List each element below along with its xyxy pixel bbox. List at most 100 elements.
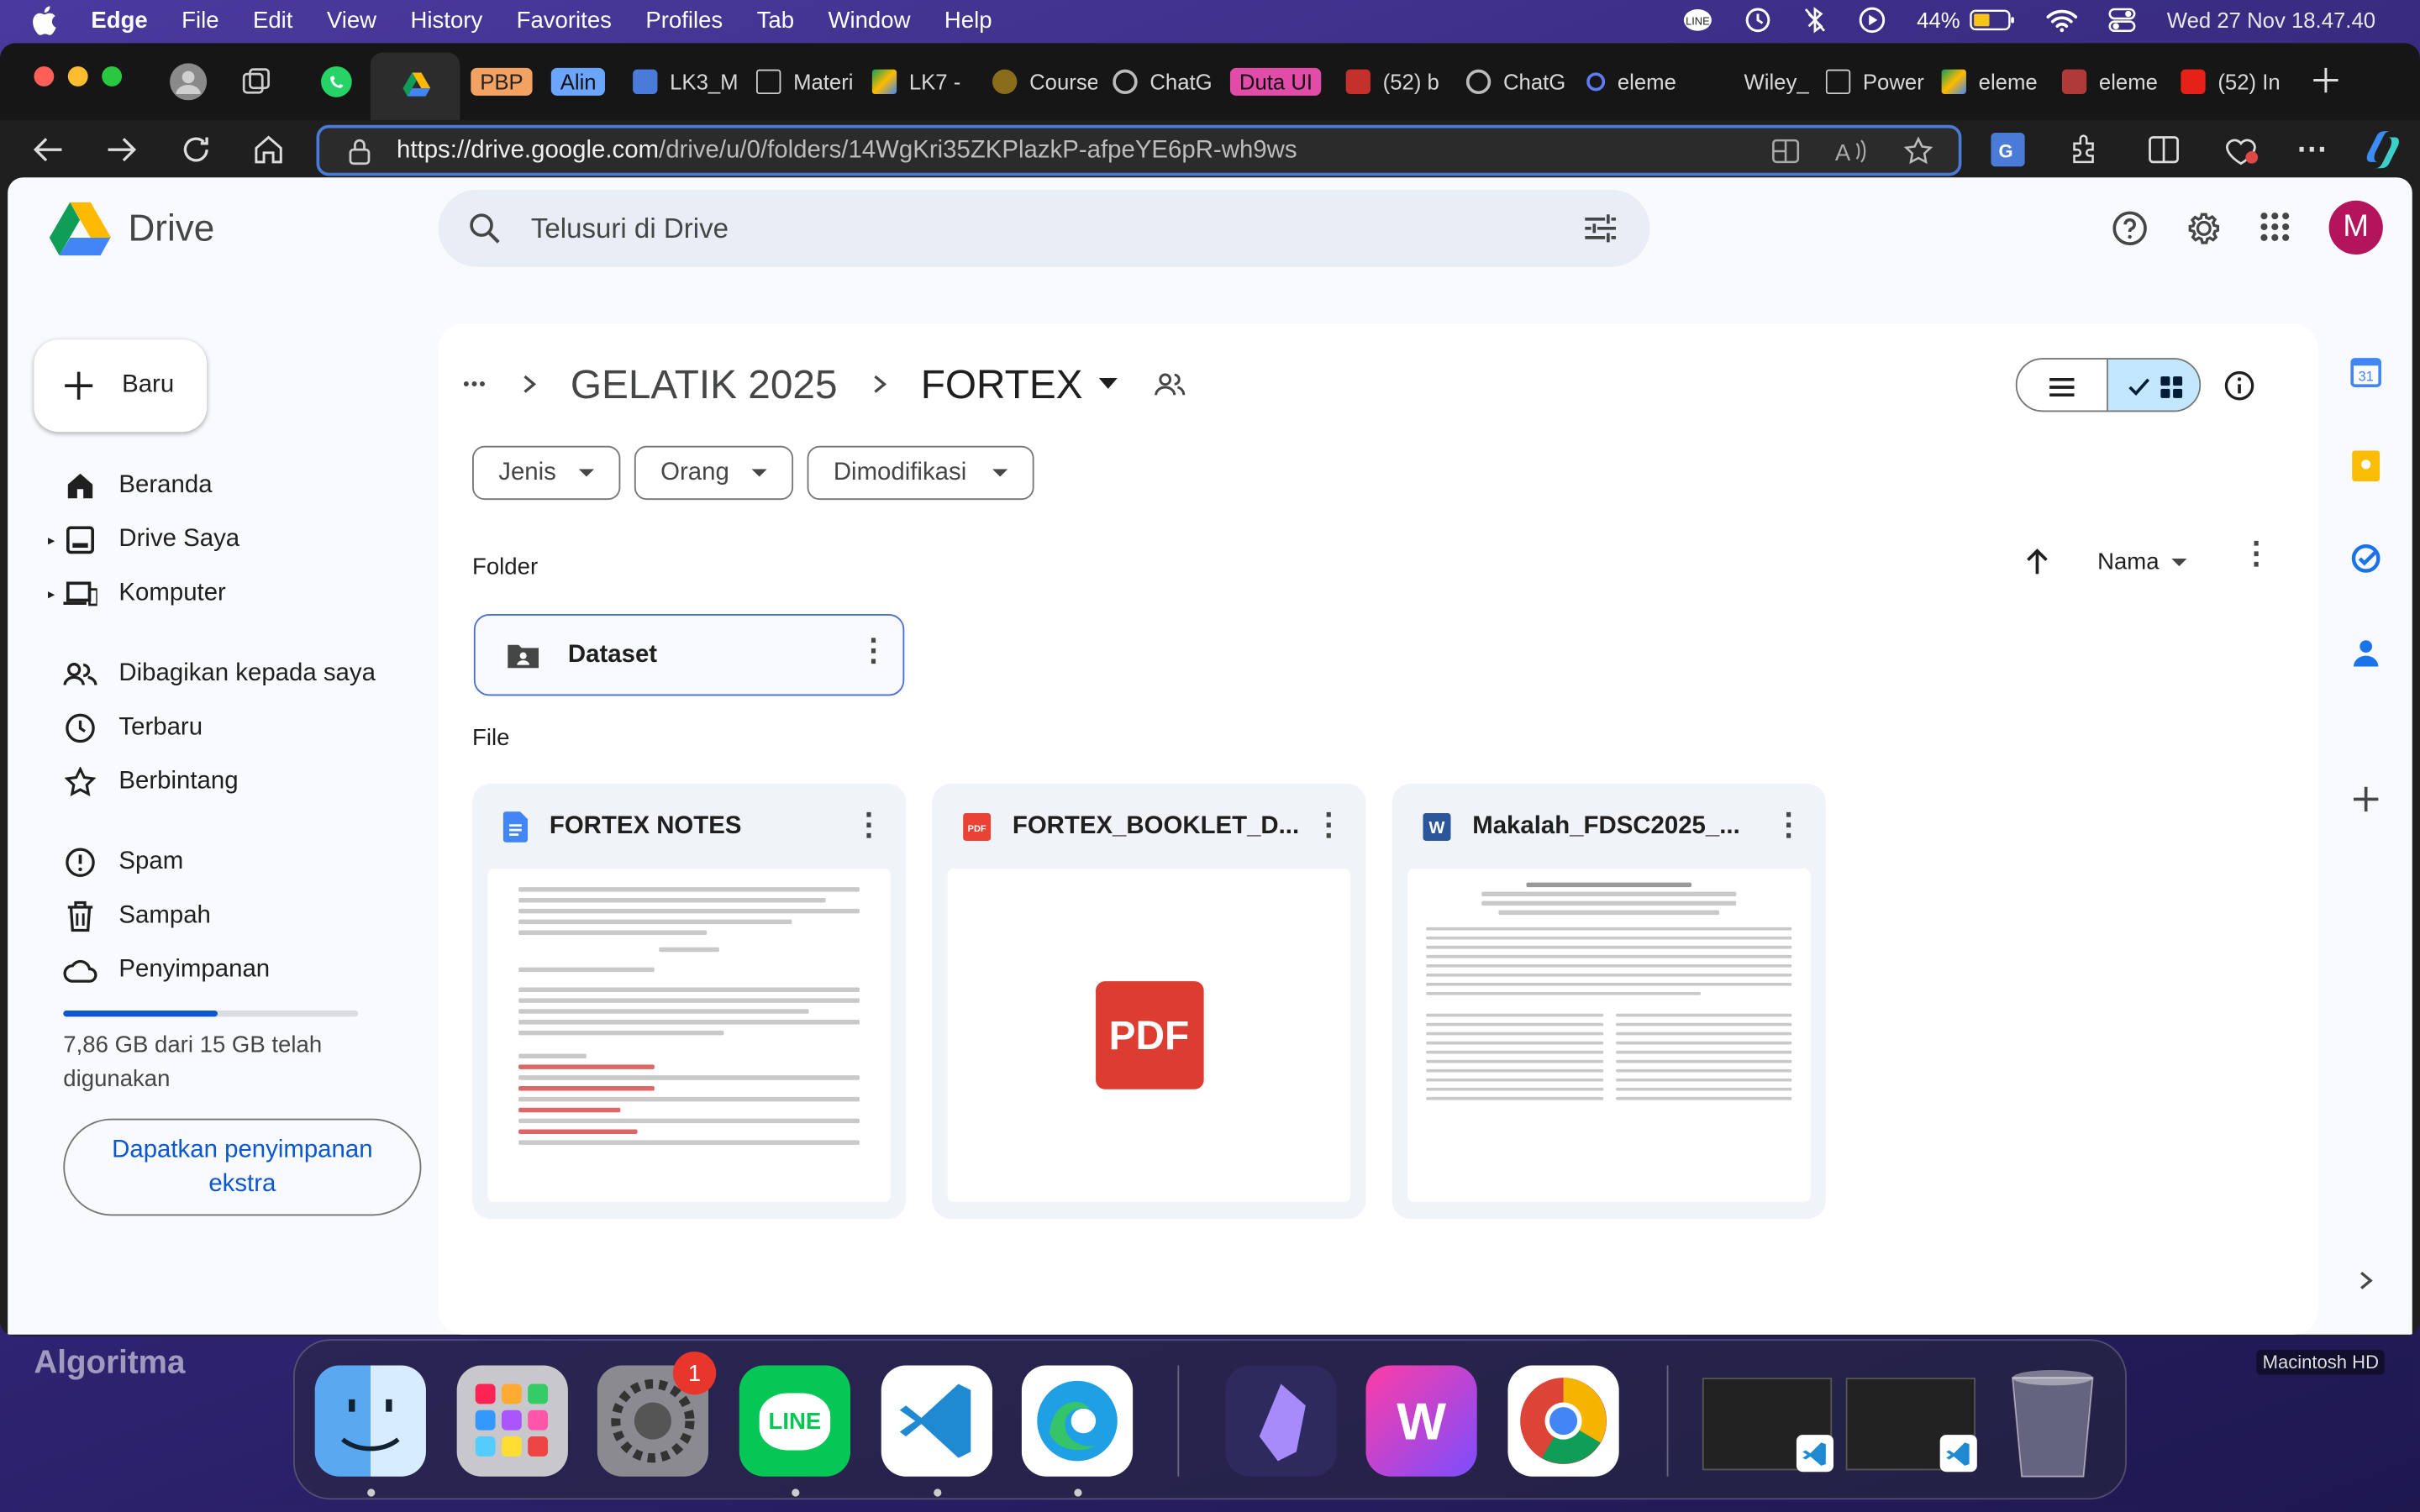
bluetooth-off-icon[interactable]: [1802, 6, 1827, 34]
sidebar-item-recent[interactable]: Terbaru: [63, 702, 203, 754]
new-button[interactable]: Baru: [34, 339, 208, 433]
sidebar-item-starred[interactable]: Berbintang: [63, 756, 239, 808]
address-bar[interactable]: https://drive.google.com/drive/u/0/folde…: [316, 124, 1962, 176]
more-vert-icon[interactable]: ⋮: [858, 636, 889, 667]
tab-materi[interactable]: Materi: [755, 59, 861, 105]
sidebar-item-spam[interactable]: Spam: [63, 836, 183, 888]
sidebar-item-trash[interactable]: Sampah: [63, 890, 211, 942]
search-icon[interactable]: [469, 213, 500, 244]
menu-help[interactable]: Help: [944, 7, 992, 33]
search-bar[interactable]: Telusuri di Drive: [438, 189, 1650, 267]
dock-window-thumbnail-1[interactable]: [1702, 1378, 1833, 1473]
menu-history[interactable]: History: [411, 7, 483, 33]
sidebar-item-storage[interactable]: Penyimpanan: [63, 944, 270, 996]
translate-extension-icon[interactable]: G: [1991, 132, 2025, 167]
window-close-button[interactable]: [34, 66, 55, 87]
sort-dropdown[interactable]: Nama: [2097, 549, 2187, 575]
more-vert-icon[interactable]: ⋮: [2241, 538, 2272, 570]
window-minimize-button[interactable]: [67, 66, 88, 87]
whatsapp-tab-icon[interactable]: [319, 65, 353, 98]
sort-direction-arrow-icon[interactable]: [2025, 548, 2049, 575]
expand-arrow-icon[interactable]: ▸: [48, 532, 55, 549]
get-storage-button[interactable]: Dapatkan penyimpanan ekstra: [63, 1118, 422, 1216]
more-vert-icon[interactable]: ⋮: [854, 810, 885, 841]
list-view-button[interactable]: [2018, 359, 2108, 411]
tab-youtube-1[interactable]: (52) b: [1345, 59, 1451, 105]
workspaces-icon[interactable]: [241, 66, 272, 97]
tab-eleme-1[interactable]: eleme: [1586, 59, 1695, 105]
dock-trash-icon[interactable]: [2003, 1362, 2102, 1483]
apple-icon[interactable]: [31, 5, 57, 34]
home-icon[interactable]: [251, 133, 285, 166]
menu-edit[interactable]: Edit: [253, 7, 292, 33]
filter-type-chip[interactable]: Jenis: [472, 445, 621, 501]
keep-icon[interactable]: [2352, 450, 2381, 482]
tab-active-drive[interactable]: [370, 52, 460, 121]
copilot-icon[interactable]: [2361, 128, 2404, 171]
control-center-icon[interactable]: [2108, 8, 2136, 33]
google-drive-logo-icon[interactable]: [49, 202, 112, 258]
dock-line-icon[interactable]: LINE: [739, 1365, 851, 1477]
tab-lk7[interactable]: LK7 -: [871, 59, 977, 105]
battery-icon[interactable]: [1970, 9, 2016, 31]
split-tab-icon[interactable]: [1770, 137, 1802, 165]
tab-wiley[interactable]: Wiley_: [1744, 59, 1812, 105]
breadcrumb-current[interactable]: FORTEX: [921, 360, 1083, 408]
wifi-icon[interactable]: [2046, 8, 2078, 33]
sidebar-item-shared[interactable]: Dibagikan kepada saya: [63, 648, 376, 700]
more-vert-icon[interactable]: ⋮: [1773, 810, 1804, 841]
account-avatar[interactable]: M: [2328, 200, 2383, 255]
profile-avatar-icon[interactable]: [170, 63, 208, 101]
file-card-notes[interactable]: FORTEX NOTES ⋮: [472, 784, 907, 1219]
tab-chatg-1[interactable]: ChatG: [1113, 59, 1214, 105]
back-arrow-icon[interactable]: [31, 133, 65, 166]
lock-icon[interactable]: [347, 137, 371, 165]
macintosh-hd-label[interactable]: Macintosh HD: [2256, 1350, 2386, 1375]
info-icon[interactable]: [2224, 370, 2255, 402]
read-aloud-icon[interactable]: A: [1835, 137, 1869, 165]
dock-chrome-icon[interactable]: [1507, 1365, 1619, 1477]
file-card-makalah[interactable]: W Makalah_FDSC2025_... ⋮: [1392, 784, 1826, 1219]
favorite-star-icon[interactable]: [1903, 136, 1934, 167]
filter-modified-chip[interactable]: Dimodifikasi: [807, 445, 1034, 501]
tab-power[interactable]: Power: [1825, 59, 1928, 105]
tab-eleme-3[interactable]: eleme: [2061, 59, 2167, 105]
contacts-icon[interactable]: [2352, 638, 2380, 669]
dock-finder-icon[interactable]: [314, 1365, 426, 1477]
tab-chatg-2[interactable]: ChatG: [1465, 59, 1571, 105]
reload-icon[interactable]: [179, 133, 213, 166]
shared-folder-people-icon[interactable]: [1154, 372, 1185, 396]
extensions-icon[interactable]: [2066, 133, 2100, 166]
menu-tab[interactable]: Tab: [757, 7, 794, 33]
drive-logo-text[interactable]: Drive: [128, 208, 214, 251]
clock[interactable]: Wed 27 Nov 18.47.40: [2167, 8, 2375, 32]
window-zoom-button[interactable]: [102, 66, 123, 87]
tab-lk3[interactable]: LK3_M: [633, 59, 744, 105]
file-card-booklet[interactable]: PDF FORTEX_BOOKLET_D... ⋮ PDF: [932, 784, 1366, 1219]
menu-file[interactable]: File: [182, 7, 218, 33]
filter-people-chip[interactable]: Orang: [634, 445, 794, 501]
settings-gear-icon[interactable]: [2186, 210, 2223, 247]
tab-pbp[interactable]: PBP: [471, 59, 533, 105]
calendar-icon[interactable]: 31: [2350, 356, 2382, 388]
menu-view[interactable]: View: [327, 7, 376, 33]
browser-essentials-icon[interactable]: [2223, 133, 2260, 166]
add-addon-icon[interactable]: [2350, 784, 2381, 815]
sidebar-item-my-drive[interactable]: ▸ Drive Saya: [48, 514, 239, 566]
menu-app-name[interactable]: Edge: [91, 7, 147, 33]
search-input[interactable]: Telusuri di Drive: [531, 213, 729, 245]
breadcrumb-ellipsis[interactable]: •••: [463, 373, 487, 395]
tab-duta-ui[interactable]: Duta UI: [1229, 59, 1326, 105]
dock-edge-icon[interactable]: [1021, 1365, 1134, 1477]
more-vert-icon[interactable]: ⋮: [1313, 810, 1344, 841]
forward-arrow-icon[interactable]: [105, 133, 139, 166]
grid-view-button[interactable]: [2107, 359, 2200, 411]
help-icon[interactable]: [2112, 210, 2149, 247]
menu-window[interactable]: Window: [828, 7, 910, 33]
sidebar-item-computers[interactable]: ▸ Komputer: [48, 568, 226, 620]
more-options-icon[interactable]: ⋯: [2296, 129, 2328, 168]
menu-profiles[interactable]: Profiles: [645, 7, 723, 33]
tab-eleme-2[interactable]: eleme: [1941, 59, 2050, 105]
sidebar-item-home[interactable]: Beranda: [63, 459, 213, 512]
time-machine-icon[interactable]: [1744, 6, 1771, 34]
